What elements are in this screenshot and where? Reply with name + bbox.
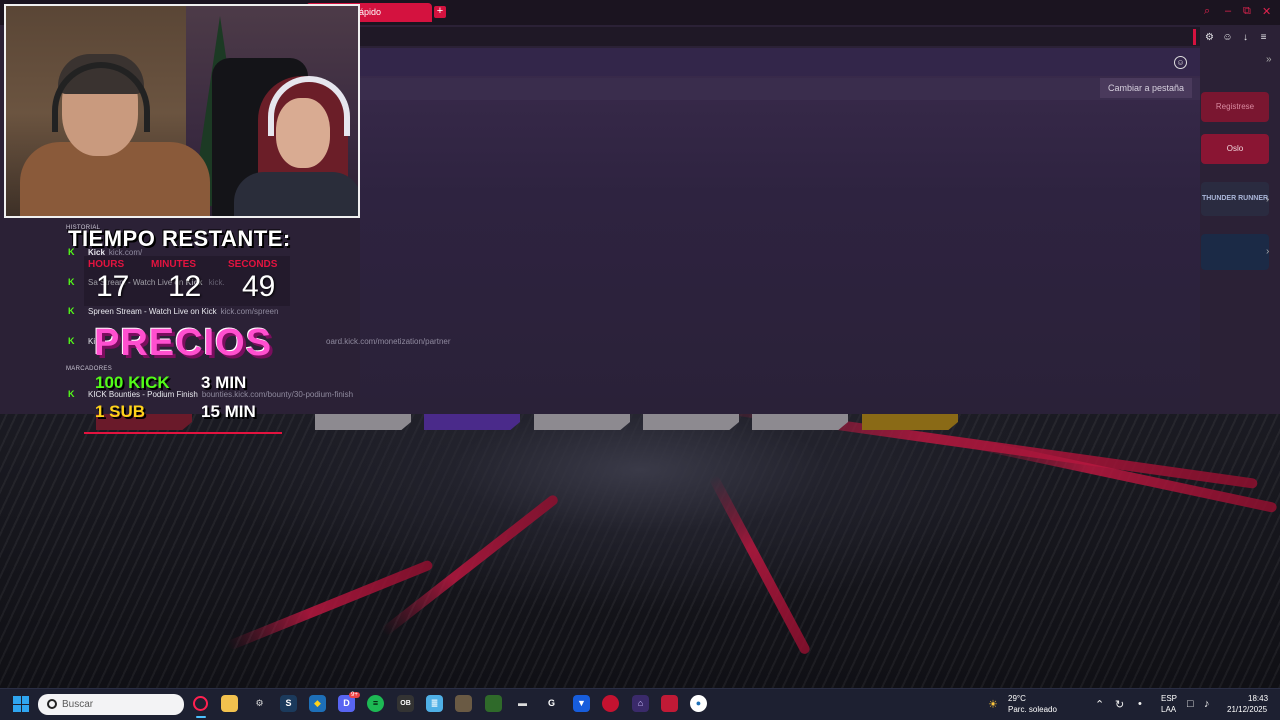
weather-desc[interactable]: Parc. soleado xyxy=(1008,705,1057,714)
g-app-icon[interactable]: G xyxy=(543,695,560,712)
speed-dial-tile[interactable] xyxy=(862,414,958,430)
close-icon[interactable]: ✕ xyxy=(1262,5,1271,18)
chevron-right-icon[interactable]: › xyxy=(1266,246,1269,257)
search-tabs-icon[interactable]: ⌕ xyxy=(1204,5,1210,18)
kick-icon: K xyxy=(68,336,75,346)
menu-icon[interactable]: ≡ xyxy=(1257,31,1270,44)
speed-dial-tile[interactable] xyxy=(534,414,630,430)
car-app-icon[interactable]: ▬ xyxy=(514,695,531,712)
prices-title: PRECIOS xyxy=(94,322,273,364)
clock-time[interactable]: 18:43 xyxy=(1248,694,1268,703)
sidebar-item-registrese[interactable]: Registrese xyxy=(1201,92,1269,122)
speed-dial-tile[interactable] xyxy=(643,414,739,430)
page-content xyxy=(360,48,1200,414)
opera-gx-icon[interactable] xyxy=(193,696,208,711)
speed-dial-tile[interactable] xyxy=(315,414,411,430)
microphone-icon[interactable]: • xyxy=(1138,698,1142,710)
timer-label-hours: HOURS xyxy=(88,259,125,270)
taskbar-search-input[interactable]: Buscar xyxy=(38,694,184,715)
speed-dial-tile[interactable] xyxy=(424,414,520,430)
price-duration-sub: 15 MIN xyxy=(201,402,256,421)
volume-icon[interactable]: ♪ xyxy=(1204,698,1210,710)
timer-hours: 17 xyxy=(96,270,130,303)
timer-label-seconds: SECONDS xyxy=(228,259,278,270)
obs-icon[interactable]: OB xyxy=(397,695,414,712)
steam-icon[interactable]: S xyxy=(280,695,297,712)
bitwarden-icon[interactable]: ▼ xyxy=(573,695,590,712)
settings-icon[interactable]: ⚙ xyxy=(251,695,268,712)
desktop: rápido + ⌕ – ⧉ ✕ ⚙ ☺ ↓ ≡ ☺ Cambiar a pes… xyxy=(0,0,1280,720)
windows-start-icon[interactable] xyxy=(13,696,29,712)
active-app-indicator xyxy=(196,716,206,718)
spotify-icon[interactable]: ≡ xyxy=(367,695,384,712)
blue-circle-app-icon[interactable]: ● xyxy=(690,695,707,712)
streamer-bot-icon[interactable] xyxy=(661,695,678,712)
weather-temp[interactable]: 29°C xyxy=(1008,694,1026,703)
kick-icon: K xyxy=(68,277,75,287)
clock-date[interactable]: 21/12/2025 xyxy=(1227,705,1267,714)
webcam-feed xyxy=(4,4,360,218)
red-app-icon[interactable] xyxy=(602,695,619,712)
timer-label-minutes: MINUTES xyxy=(151,259,196,270)
sidebar-item-image[interactable] xyxy=(1201,234,1269,270)
timer-minutes: 12 xyxy=(168,270,202,303)
timer-seconds: 49 xyxy=(242,270,276,303)
suggestions-header xyxy=(360,48,1200,76)
purple-app-icon[interactable]: ⌂ xyxy=(632,695,649,712)
sidebar-item-oslo[interactable]: Oslo xyxy=(1201,134,1269,164)
prices-underline xyxy=(84,432,282,434)
price-amount-sub: 1 SUB xyxy=(95,402,146,421)
price-amount-kick: 100 KICK xyxy=(95,373,170,392)
chevron-up-icon[interactable]: ⌃ xyxy=(1095,698,1104,711)
kick-icon: K xyxy=(68,306,75,316)
discord-badge: 9+ xyxy=(349,692,360,698)
sync-icon[interactable]: ↻ xyxy=(1115,698,1124,711)
network-icon[interactable]: □ xyxy=(1187,698,1194,710)
price-duration-kick: 3 MIN xyxy=(201,373,247,392)
language-variant[interactable]: LAA xyxy=(1161,705,1176,714)
sidebar-item-thunder-runner[interactable]: THUNDER RUNNER xyxy=(1201,182,1269,216)
address-bar-accent xyxy=(1193,29,1196,45)
kick-icon: K xyxy=(68,389,75,399)
timer-title: TIEMPO RESTANTE: xyxy=(68,226,291,251)
bookmark-url: oard.kick.com/monetization/partner xyxy=(326,337,451,346)
game-app-icon[interactable] xyxy=(455,695,472,712)
search-icon xyxy=(47,699,57,709)
weather-icon[interactable]: ☀ xyxy=(988,698,998,711)
cohost-body xyxy=(234,172,358,216)
speed-dial-tile[interactable] xyxy=(752,414,848,430)
emoji-icon[interactable]: ☺ xyxy=(1174,56,1187,69)
chevron-right-icon[interactable]: › xyxy=(1266,194,1269,205)
chevron-double-right-icon[interactable]: » xyxy=(1266,54,1272,65)
file-explorer-icon[interactable] xyxy=(221,695,238,712)
language-indicator[interactable]: ESP xyxy=(1161,694,1177,703)
suggestion-row[interactable] xyxy=(360,78,1200,100)
profile-icon[interactable]: ☺ xyxy=(1221,31,1234,44)
address-bar[interactable] xyxy=(360,27,1200,46)
new-tab-button[interactable]: + xyxy=(434,6,446,18)
bookmarks-section-label: MARCADORES xyxy=(66,366,113,372)
notepad-icon[interactable]: ≣ xyxy=(426,695,443,712)
maximize-icon[interactable]: ⧉ xyxy=(1243,5,1251,18)
bookmark-title: Spreen Stream - Watch Live on Kick xyxy=(88,307,217,316)
game-app-icon-2[interactable] xyxy=(485,695,502,712)
bookmark-url: kick.com/spreen xyxy=(220,307,279,316)
shield-app-icon[interactable]: ◆ xyxy=(309,695,326,712)
extensions-icon[interactable]: ⚙ xyxy=(1203,31,1216,44)
switch-tab-button[interactable]: Cambiar a pestaña xyxy=(1100,78,1192,98)
download-icon[interactable]: ↓ xyxy=(1239,31,1252,44)
minimize-icon[interactable]: – xyxy=(1225,5,1231,17)
